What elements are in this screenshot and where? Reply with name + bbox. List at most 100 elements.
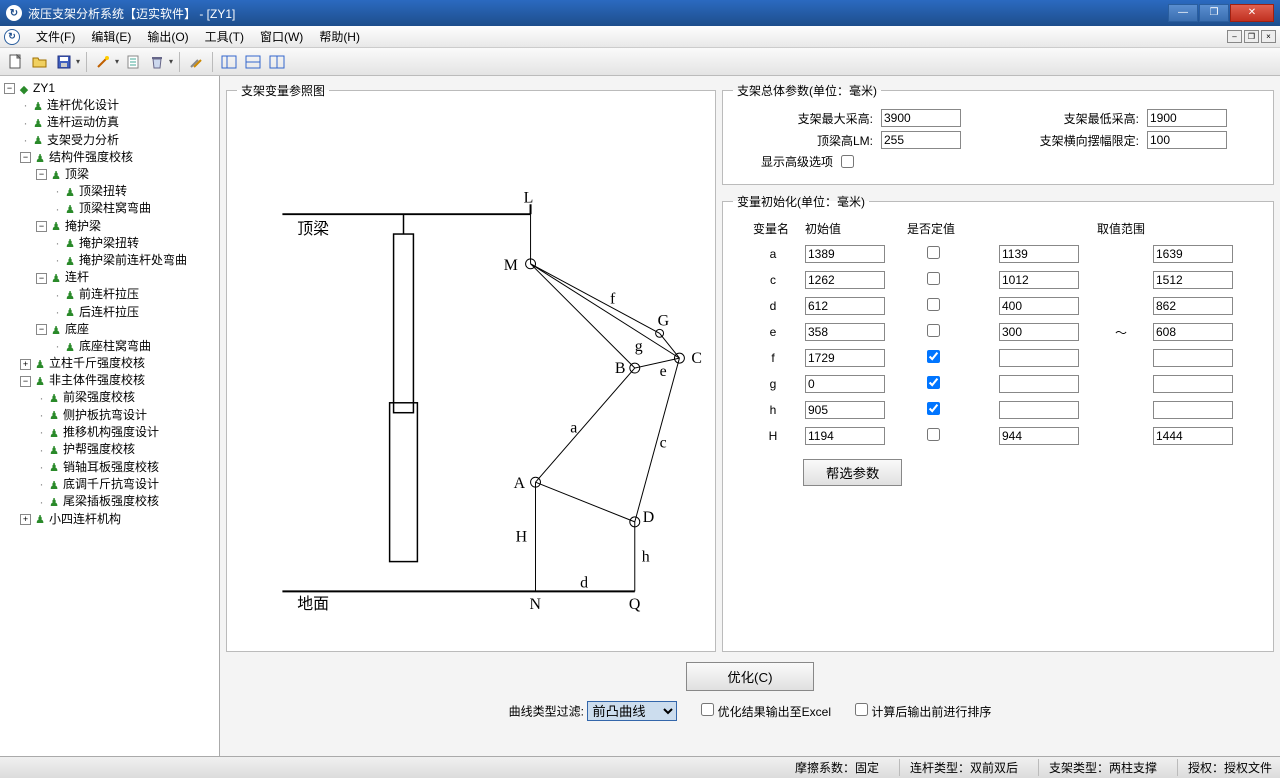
var-fixed-checkbox[interactable] xyxy=(927,324,940,337)
var-init-input[interactable] xyxy=(805,401,885,419)
tree-item[interactable]: −♟掩护梁 ·♟掩护梁扭转 ·♟掩护梁前连杆处弯曲 xyxy=(36,218,217,270)
var-range-min-input[interactable] xyxy=(999,271,1079,289)
tree-item[interactable]: ·♟掩护梁扭转 xyxy=(52,235,217,252)
swing-limit-input[interactable] xyxy=(1147,131,1227,149)
advanced-options-checkbox[interactable] xyxy=(841,155,854,168)
var-fixed-checkbox[interactable] xyxy=(927,272,940,285)
menu-output[interactable]: 输出(O) xyxy=(139,26,196,47)
var-range-max-input[interactable] xyxy=(1153,271,1233,289)
window-title: 液压支架分析系统【迈实软件】 - [ZY1] xyxy=(28,5,1168,22)
var-range-max-input[interactable] xyxy=(1153,401,1233,419)
var-range-max-input[interactable] xyxy=(1153,297,1233,315)
mdi-minimize-button[interactable]: – xyxy=(1227,30,1242,43)
maximize-button[interactable]: ❐ xyxy=(1199,4,1229,22)
layout3-button[interactable] xyxy=(267,52,287,72)
var-fixed-checkbox[interactable] xyxy=(927,246,940,259)
var-range-min-input[interactable] xyxy=(999,297,1079,315)
menu-window[interactable]: 窗口(W) xyxy=(252,26,311,47)
sort-before-output-checkbox[interactable] xyxy=(855,703,868,716)
var-init-input[interactable] xyxy=(805,297,885,315)
statusbar: 摩擦系数：固定 连杆类型：双前双后 支架类型：两柱支撑 授权：授权文件 xyxy=(0,756,1280,778)
optimize-button[interactable]: 优化(C) xyxy=(686,662,813,691)
var-init-input[interactable] xyxy=(805,323,885,341)
mdi-restore-button[interactable]: ❐ xyxy=(1244,30,1259,43)
tree-panel[interactable]: −◆ZY1 ·♟连杆优化设计 ·♟连杆运动仿真 ·♟支架受力分析 −♟结构件强度… xyxy=(0,76,220,756)
var-fixed-checkbox[interactable] xyxy=(927,376,940,389)
var-range-min-input[interactable] xyxy=(999,323,1079,341)
min-height-input[interactable] xyxy=(1147,109,1227,127)
var-range-max-input[interactable] xyxy=(1153,375,1233,393)
output-excel-checkbox[interactable] xyxy=(701,703,714,716)
menu-help[interactable]: 帮助(H) xyxy=(311,26,368,47)
save-button[interactable] xyxy=(54,52,74,72)
tree-item[interactable]: ·♟支架受力分析 xyxy=(20,132,217,149)
menu-tools[interactable]: 工具(T) xyxy=(197,26,252,47)
tree-item[interactable]: −♟连杆 ·♟前连杆拉压 ·♟后连杆拉压 xyxy=(36,269,217,321)
tree-item[interactable]: ·♟连杆运动仿真 xyxy=(20,114,217,131)
tree-item[interactable]: ·♟顶梁柱窝弯曲 xyxy=(52,200,217,217)
var-range-min-input[interactable] xyxy=(999,349,1079,367)
open-button[interactable] xyxy=(30,52,50,72)
max-height-input[interactable] xyxy=(881,109,961,127)
tree-item[interactable]: −♟非主体件强度校核 ·♟前梁强度校核 ·♟侧护板抗弯设计 ·♟推移机构强度设计… xyxy=(20,372,217,510)
var-fixed-checkbox[interactable] xyxy=(927,428,940,441)
tree-item[interactable]: ·♟底调千斤抗弯设计 xyxy=(36,476,217,493)
menu-edit[interactable]: 编辑(E) xyxy=(83,26,139,47)
beam-height-input[interactable] xyxy=(881,131,961,149)
curve-filter-select[interactable]: 前凸曲线 xyxy=(587,701,677,721)
var-range-max-input[interactable] xyxy=(1153,427,1233,445)
var-fixed-checkbox[interactable] xyxy=(927,350,940,363)
help-params-button[interactable]: 帮选参数 xyxy=(803,459,902,486)
new-button[interactable] xyxy=(6,52,26,72)
tools-button[interactable] xyxy=(186,52,206,72)
var-init-input[interactable] xyxy=(805,271,885,289)
svg-text:h: h xyxy=(642,549,650,566)
layout1-button[interactable] xyxy=(219,52,239,72)
var-name: H xyxy=(753,429,793,443)
save-dropdown-icon[interactable]: ▾ xyxy=(76,57,80,66)
tree-item[interactable]: ·♟掩护梁前连杆处弯曲 xyxy=(52,252,217,269)
var-range-min-input[interactable] xyxy=(999,427,1079,445)
var-range-min-input[interactable] xyxy=(999,375,1079,393)
tree-item[interactable]: ·♟推移机构强度设计 xyxy=(36,424,217,441)
var-range-max-input[interactable] xyxy=(1153,245,1233,263)
tree-item[interactable]: +♟立柱千斤强度校核 xyxy=(20,355,217,372)
svg-text:L: L xyxy=(524,189,534,206)
var-init-input[interactable] xyxy=(805,245,885,263)
delete-dropdown-icon[interactable]: ▾ xyxy=(169,57,173,66)
report-button[interactable] xyxy=(123,52,143,72)
minimize-button[interactable]: — xyxy=(1168,4,1198,22)
var-range-min-input[interactable] xyxy=(999,245,1079,263)
tree-item[interactable]: ·♟顶梁扭转 xyxy=(52,183,217,200)
var-range-min-input[interactable] xyxy=(999,401,1079,419)
close-button[interactable]: ✕ xyxy=(1230,4,1274,22)
wand-button[interactable] xyxy=(93,52,113,72)
layout2-button[interactable] xyxy=(243,52,263,72)
var-range-max-input[interactable] xyxy=(1153,349,1233,367)
tree-item[interactable]: −♟顶梁 ·♟顶梁扭转 ·♟顶梁柱窝弯曲 xyxy=(36,166,217,218)
var-range-max-input[interactable] xyxy=(1153,323,1233,341)
tree-item[interactable]: −♟底座 ·♟底座柱窝弯曲 xyxy=(36,321,217,355)
tree-item[interactable]: ·♟销轴耳板强度校核 xyxy=(36,459,217,476)
var-init-input[interactable] xyxy=(805,427,885,445)
tree-item[interactable]: ·♟护帮强度校核 xyxy=(36,441,217,458)
wand-dropdown-icon[interactable]: ▾ xyxy=(115,57,119,66)
menu-file[interactable]: 文件(F) xyxy=(28,26,83,47)
delete-button[interactable] xyxy=(147,52,167,72)
tree-item[interactable]: ·♟侧护板抗弯设计 xyxy=(36,407,217,424)
var-init-input[interactable] xyxy=(805,375,885,393)
tree-item[interactable]: ·♟底座柱窝弯曲 xyxy=(52,338,217,355)
tree-item[interactable]: ·♟前梁强度校核 xyxy=(36,389,217,406)
tree-item[interactable]: ·♟后连杆拉压 xyxy=(52,304,217,321)
var-init-input[interactable] xyxy=(805,349,885,367)
tree-item[interactable]: −♟结构件强度校核 −♟顶梁 ·♟顶梁扭转 ·♟顶梁柱窝弯曲 −♟掩护梁 xyxy=(20,149,217,355)
tree-item[interactable]: ·♟前连杆拉压 xyxy=(52,286,217,303)
tree-root[interactable]: −◆ZY1 ·♟连杆优化设计 ·♟连杆运动仿真 ·♟支架受力分析 −♟结构件强度… xyxy=(4,80,217,528)
var-fixed-checkbox[interactable] xyxy=(927,402,940,415)
mdi-close-button[interactable]: × xyxy=(1261,30,1276,43)
tree-item[interactable]: ·♟尾梁插板强度校核 xyxy=(36,493,217,510)
tree-item[interactable]: +♟小四连杆机构 xyxy=(20,511,217,528)
linkage-diagram: 顶梁 L 地面 M C G xyxy=(237,105,705,641)
var-fixed-checkbox[interactable] xyxy=(927,298,940,311)
tree-item[interactable]: ·♟连杆优化设计 xyxy=(20,97,217,114)
